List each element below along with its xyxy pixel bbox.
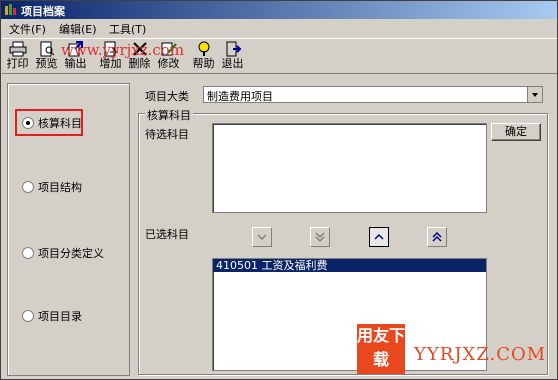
brand-logo: 用友下载 (357, 324, 405, 374)
double-chevron-up-icon (432, 231, 442, 242)
radio-indicator[interactable] (22, 181, 34, 193)
help-button[interactable]: 帮助 (190, 41, 217, 72)
double-chevron-down-icon (315, 232, 325, 243)
menu-tools[interactable]: 工具(T) (109, 21, 146, 37)
preview-label: 预览 (35, 57, 58, 70)
export-label: 输出 (64, 57, 87, 70)
category-value: 制造费用项目 (207, 90, 273, 103)
move-down-button[interactable] (252, 227, 272, 247)
radio-label: 项目结构 (38, 181, 82, 194)
move-all-up-button[interactable] (427, 227, 447, 247)
confirm-button[interactable]: 确定 (491, 123, 541, 141)
radio-indicator[interactable] (22, 247, 34, 259)
pending-subjects-list[interactable] (212, 123, 487, 213)
help-label: 帮助 (192, 57, 215, 70)
preview-button[interactable]: 预览 (33, 41, 60, 72)
radio-project-category[interactable]: 项目分类定义 (22, 245, 104, 261)
print-button[interactable]: 打印 (4, 41, 31, 72)
radio-label: 项目目录 (38, 310, 82, 323)
printer-icon (9, 41, 26, 57)
brand-site-text: YYRJXZ.COM (414, 344, 547, 365)
exit-label: 退出 (221, 57, 244, 70)
move-up-button[interactable] (369, 227, 389, 247)
title-bar: 项目档案 (1, 1, 557, 19)
delete-label: 删除 (128, 57, 151, 70)
highlight-box (15, 109, 83, 136)
chevron-up-icon (374, 233, 384, 240)
list-item[interactable]: 410501 工资及福利费 (213, 259, 486, 272)
radio-project-structure[interactable]: 项目结构 (22, 179, 82, 195)
app-icon (5, 4, 16, 15)
edit-label: 修改 (157, 57, 180, 70)
menu-file[interactable]: 文件(F) (9, 21, 46, 37)
menu-edit[interactable]: 编辑(E) (59, 21, 97, 37)
move-all-down-button[interactable] (310, 227, 330, 247)
pending-subjects-label: 待选科目 (145, 128, 189, 141)
radio-indicator[interactable] (22, 310, 34, 322)
radio-project-catalog[interactable]: 项目目录 (22, 308, 82, 324)
menu-bar: 文件(F) 编辑(E) 工具(T) (1, 19, 557, 37)
project-archive-window: 项目档案 文件(F) 编辑(E) 工具(T) 打印 预览 输出 增加 删除 修改 (0, 0, 558, 380)
chevron-down-icon[interactable] (527, 87, 542, 102)
group-title: 核算科目 (145, 107, 193, 123)
window-title: 项目档案 (21, 5, 65, 18)
radio-label: 项目分类定义 (38, 247, 104, 260)
help-icon (198, 41, 209, 56)
selected-subjects-label: 已选科目 (145, 228, 189, 241)
category-label: 项目大类 (145, 90, 189, 103)
exit-icon (226, 41, 241, 57)
watermark-text: www.yyrjxz.com (61, 41, 185, 59)
category-select[interactable]: 制造费用项目 (203, 86, 543, 103)
print-label: 打印 (6, 57, 29, 70)
chevron-down-icon (257, 234, 267, 241)
exit-button[interactable]: 退出 (219, 41, 246, 72)
add-label: 增加 (99, 57, 122, 70)
preview-icon (40, 41, 54, 57)
